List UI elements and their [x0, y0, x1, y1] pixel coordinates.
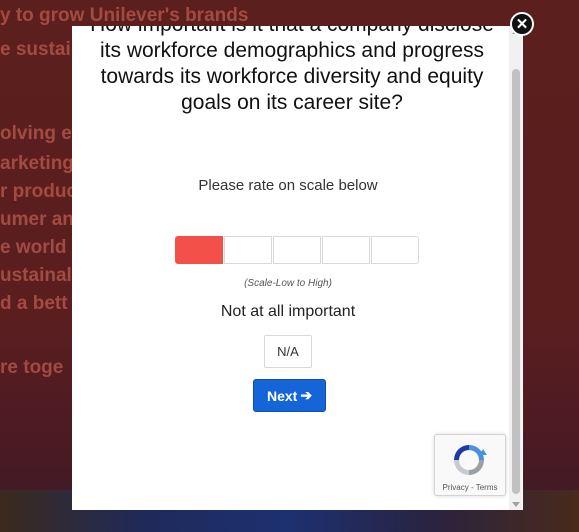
background-line: ustainal	[0, 265, 72, 286]
rating-instruction: Please rate on scale below	[198, 177, 378, 194]
background-line: d a bett	[0, 293, 68, 314]
next-button-label: Next	[266, 387, 298, 404]
recaptcha-links[interactable]: Privacy - Terms	[435, 483, 505, 492]
arrow-right-icon: ➔	[300, 387, 313, 403]
survey-modal: How important is it that a company discl…	[72, 26, 523, 510]
scroll-down-icon[interactable]	[512, 502, 520, 507]
close-button[interactable]: ✕	[510, 12, 534, 36]
background-line: umer an	[0, 209, 74, 230]
scroll-thumb[interactable]	[512, 69, 520, 494]
rating-option-2[interactable]	[224, 236, 272, 264]
recaptcha-badge[interactable]: Privacy - Terms	[434, 434, 506, 496]
background-line: e world	[0, 237, 67, 258]
rating-option-3[interactable]	[273, 236, 321, 264]
scale-hint: (Scale-Low to High)	[244, 278, 332, 289]
na-button[interactable]: N/A	[264, 335, 312, 368]
survey-question: How important is it that a company discl…	[90, 26, 494, 114]
na-button-label: N/A	[277, 344, 299, 359]
recaptcha-icon	[454, 445, 487, 475]
modal-scrollbar[interactable]	[509, 26, 522, 510]
next-button[interactable]: Next ➔	[253, 379, 326, 412]
background-line: r produc	[0, 181, 78, 202]
background-line: re toge	[0, 357, 64, 378]
rating-option-5[interactable]	[371, 236, 419, 264]
rating-option-1[interactable]	[175, 236, 223, 264]
close-icon: ✕	[515, 15, 529, 33]
rating-label: Not at all important	[220, 303, 356, 320]
background-line: arketing	[0, 153, 74, 174]
rating-option-4[interactable]	[322, 236, 370, 264]
rating-scale	[175, 236, 420, 264]
